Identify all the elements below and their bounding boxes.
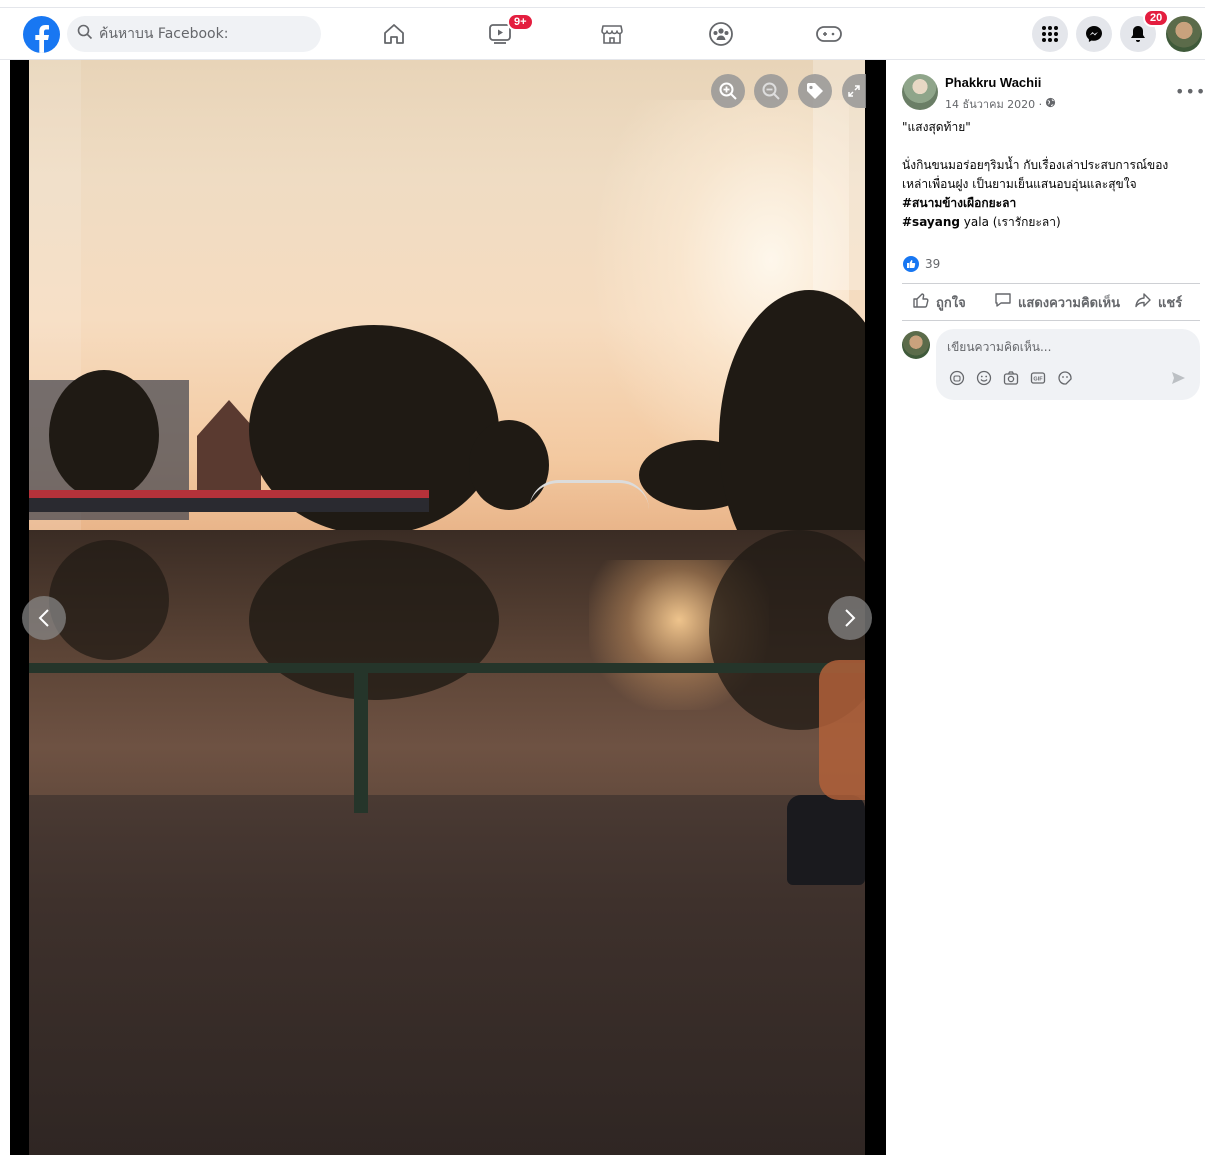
more-options-icon[interactable]: ••• — [1175, 82, 1205, 101]
reaction-summary[interactable]: 39 — [903, 256, 940, 272]
send-icon[interactable] — [1170, 370, 1186, 390]
zoom-in-icon[interactable] — [711, 74, 745, 108]
sticker-icon[interactable] — [1056, 369, 1073, 386]
photo-tree — [49, 370, 159, 500]
emoji-icon[interactable] — [975, 369, 992, 386]
sunset-lake-photo[interactable] — [29, 60, 865, 1155]
share-arrow-icon — [1134, 291, 1152, 313]
photo-railing — [29, 663, 865, 673]
home-icon[interactable] — [380, 20, 408, 48]
notifications-badge: 20 — [1143, 9, 1170, 27]
messenger-icon[interactable] — [1076, 16, 1112, 52]
facebook-logo-icon[interactable] — [23, 16, 60, 53]
photo-barrier-base — [29, 498, 429, 512]
search-input[interactable]: ค้นหาบน Facebook: — [99, 23, 228, 45]
hashtag-text: yala (เรารักยะลา) — [959, 215, 1061, 229]
like-reaction-icon — [903, 256, 919, 272]
hashtag-link[interactable]: #sayang — [902, 215, 960, 229]
photo-backpack — [787, 795, 865, 885]
reactions-divider — [902, 283, 1200, 284]
camera-icon[interactable] — [1002, 369, 1019, 386]
post-body-line: นั่งกินขนมอร่อยๆริมน้ำ กับเรื่องเล่าประส… — [902, 158, 1169, 172]
like-count[interactable]: 39 — [925, 257, 940, 271]
photo-gravel-ground — [29, 795, 865, 1155]
svg-text:GIF: GIF — [1033, 376, 1043, 382]
photo-tree-reflection — [249, 540, 499, 700]
comment-button[interactable]: แสดงความคิดเห็น — [994, 291, 1120, 313]
post-title-line: "แสงสุดท้าย" — [902, 120, 971, 134]
globe-icon — [1045, 97, 1056, 111]
profile-avatar[interactable] — [1166, 16, 1202, 52]
watch-badge: 9+ — [507, 13, 534, 31]
photo-red-barrier — [29, 490, 429, 498]
comment-bubble-icon — [994, 291, 1012, 313]
photo-bridge — [529, 480, 649, 510]
comment-input-box[interactable]: เขียนความคิดเห็น... GIF — [936, 329, 1200, 400]
next-arrow-icon[interactable] — [828, 596, 872, 640]
groups-icon[interactable] — [707, 20, 735, 48]
share-label: แชร์ — [1158, 295, 1183, 311]
photo-railing-post — [354, 663, 368, 813]
post-caption: "แสงสุดท้าย" นั่งกินขนมอร่อยๆริมน้ำ กับเ… — [902, 118, 1196, 232]
thumbs-up-icon — [912, 291, 930, 313]
post-date-text[interactable]: 14 ธันวาคม 2020 · — [945, 95, 1042, 113]
gif-icon[interactable]: GIF — [1029, 369, 1046, 386]
author-avatar[interactable] — [902, 74, 938, 110]
photo-tree-reflection — [49, 540, 169, 660]
marketplace-icon[interactable] — [598, 20, 626, 48]
zoom-out-icon[interactable] — [754, 74, 788, 108]
tag-icon[interactable] — [798, 74, 832, 108]
actions-divider — [902, 320, 1200, 321]
viewer-left-edge — [0, 60, 10, 1155]
search-icon — [77, 24, 93, 44]
gaming-icon[interactable] — [815, 20, 843, 48]
previous-arrow-icon[interactable] — [22, 596, 66, 640]
comment-input[interactable]: เขียนความคิดเห็น... — [947, 338, 1051, 357]
post-date[interactable]: 14 ธันวาคม 2020 · — [945, 95, 1056, 113]
comment-label: แสดงความคิดเห็น — [1018, 295, 1121, 311]
author-name[interactable]: Phakkru Wachii — [945, 75, 1041, 90]
hashtag-link[interactable]: #สนามข้างเผือกยะลา — [902, 196, 1016, 210]
photo-person-edge — [819, 660, 865, 800]
like-button[interactable]: ถูกใจ — [912, 291, 966, 313]
share-button[interactable]: แชร์ — [1134, 291, 1182, 313]
post-body-line: เหล่าเพื่อนฝูง เป็นยามเย็นแสนอบอุ่นและสุ… — [902, 177, 1137, 191]
like-label: ถูกใจ — [936, 295, 966, 311]
menu-grid-icon[interactable] — [1032, 16, 1068, 52]
avatar-sticker-icon[interactable] — [948, 369, 965, 386]
top-navigation-bar: ค้นหาบน Facebook: 9+ 20 — [0, 0, 1205, 60]
search-bar[interactable]: ค้นหาบน Facebook: — [67, 16, 321, 52]
top-divider — [0, 7, 1205, 8]
commenter-avatar[interactable] — [902, 331, 930, 359]
